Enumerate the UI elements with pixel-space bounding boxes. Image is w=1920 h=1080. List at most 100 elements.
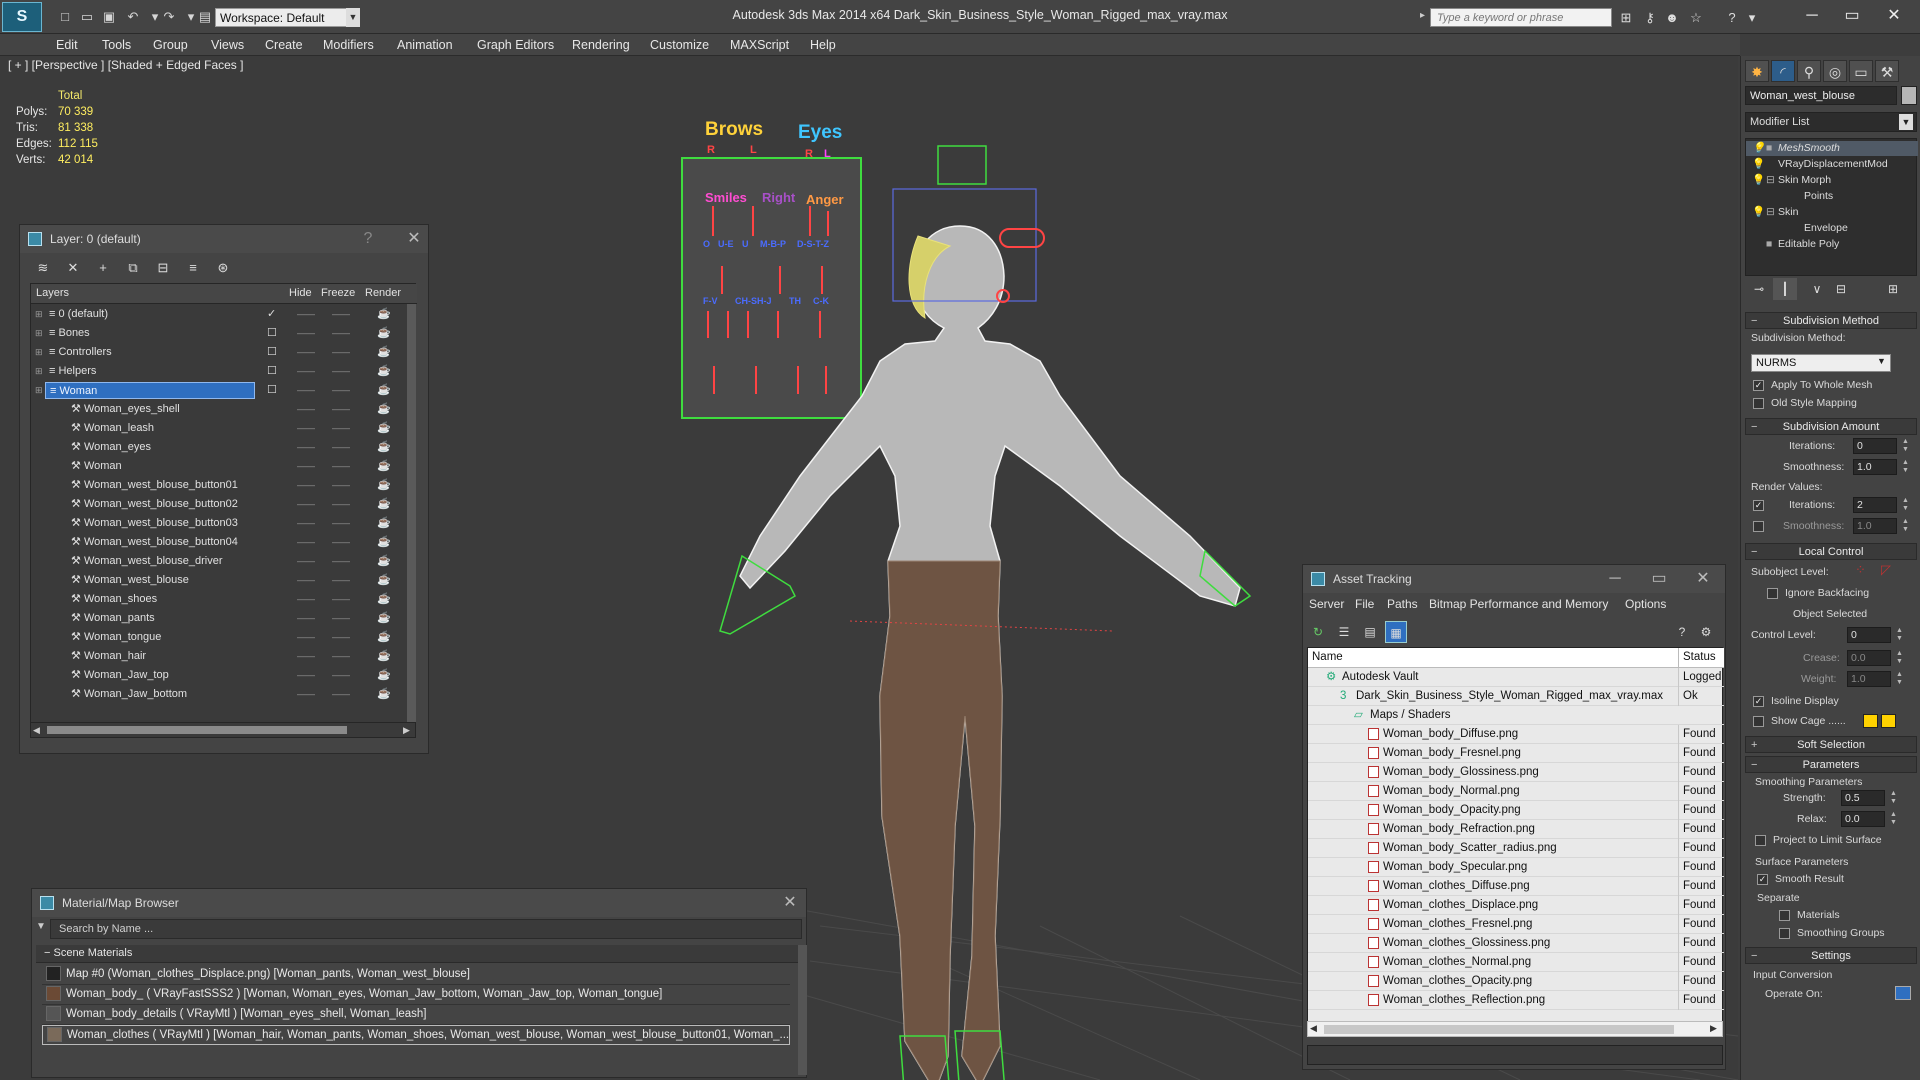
smoothness-input[interactable]: 1.0 (1853, 459, 1897, 475)
layer-hscroll-thumb[interactable] (47, 726, 347, 734)
operate-polygons-icon[interactable] (1895, 986, 1911, 1000)
save-icon[interactable]: ▣ (100, 8, 118, 26)
rollout-subdivision-amount[interactable]: − Subdivision Amount (1745, 418, 1917, 435)
detail-view-icon[interactable]: ▤ (1359, 621, 1381, 643)
col-name[interactable]: Name (1312, 651, 1343, 663)
weight-input[interactable]: 1.0 (1847, 671, 1891, 687)
menu-modifiers[interactable]: Modifiers (323, 38, 374, 52)
freeze-all-icon[interactable]: ⊛ (212, 257, 234, 279)
freeze-toggle[interactable]: —— (332, 438, 350, 457)
minimize-icon[interactable]: ─ (1792, 4, 1832, 28)
material-browser-title[interactable]: Material/Map Browser (32, 889, 806, 917)
ignore-backfacing-checkbox[interactable] (1767, 588, 1778, 599)
list-view-icon[interactable]: ☰ (1333, 621, 1355, 643)
show-cage-checkbox[interactable] (1753, 716, 1764, 727)
current-layer-checkbox[interactable]: ☐ (267, 324, 277, 343)
freeze-toggle[interactable]: —— (332, 362, 350, 381)
freeze-toggle[interactable]: —— (332, 628, 350, 647)
object-color-swatch[interactable] (1901, 86, 1917, 105)
scroll-left-icon[interactable]: ◀ (1310, 1023, 1317, 1034)
hide-toggle[interactable]: —— (297, 381, 315, 400)
asset-menu-file[interactable]: File (1355, 597, 1374, 611)
star-icon[interactable]: ☆ (1686, 8, 1706, 27)
keyword-search-input[interactable]: Type a keyword or phrase (1430, 8, 1612, 27)
asset-menu-bitmap[interactable]: Bitmap Performance and Memory (1429, 597, 1608, 611)
layer-vscroll[interactable] (407, 304, 416, 722)
search-expand-icon[interactable]: ▸ (1420, 10, 1425, 21)
search-options-icon[interactable]: ▼ (36, 921, 46, 932)
show-end-result-icon[interactable]: ┃ (1773, 278, 1797, 300)
crease-spinner[interactable]: ▲ ▼ (1895, 650, 1904, 666)
render-teapot-icon[interactable]: ☕ (377, 381, 391, 400)
hide-toggle[interactable]: —— (297, 438, 315, 457)
pin-stack-icon[interactable]: ⊸ (1747, 278, 1771, 300)
modifier-stack-item[interactable]: Points (1746, 189, 1918, 204)
chevron-down-icon[interactable]: ▼ (1899, 114, 1913, 130)
freeze-toggle[interactable]: —— (332, 324, 350, 343)
asset-hscroll-thumb[interactable] (1324, 1025, 1674, 1034)
modifier-list-dropdown[interactable]: Modifier List (1745, 112, 1917, 132)
freeze-toggle[interactable]: —— (332, 400, 350, 419)
scroll-right-icon[interactable]: ▶ (403, 725, 413, 735)
freeze-toggle[interactable]: —— (332, 590, 350, 609)
layer-row[interactable]: ⚒ Woman_leash —— —— ☕ (31, 419, 417, 438)
menu-maxscript[interactable]: MAXScript (730, 38, 789, 52)
smoothness-spinner[interactable]: ▲ ▼ (1901, 459, 1910, 475)
layer-row[interactable]: ⊞ ≡ Bones ☐ —— —— ☕ (31, 324, 417, 343)
add-to-layer-icon[interactable]: + (92, 257, 114, 279)
strength-input[interactable]: 0.5 (1841, 790, 1885, 806)
render-teapot-icon[interactable]: ☕ (377, 400, 391, 419)
table-view-icon[interactable]: ▦ (1385, 621, 1407, 643)
asset-row[interactable]: ▱ Maps / Shaders (1308, 706, 1724, 725)
highlight-layer-icon[interactable]: ⊟ (152, 257, 174, 279)
render-teapot-icon[interactable]: ☕ (377, 666, 391, 685)
head-control[interactable] (937, 145, 987, 185)
layer-row[interactable]: ⚒ Woman_hair —— —— ☕ (31, 647, 417, 666)
asset-row[interactable]: Woman_clothes_Displace.png Found (1308, 896, 1724, 915)
render-teapot-icon[interactable]: ☕ (377, 305, 391, 324)
hide-toggle[interactable]: —— (297, 419, 315, 438)
col-status[interactable]: Status (1678, 648, 1720, 668)
layer-row[interactable]: ⚒ Woman_west_blouse_button04 —— —— ☕ (31, 533, 417, 552)
col-hide[interactable]: Hide (289, 287, 312, 299)
control-level-spinner[interactable]: ▲ ▼ (1895, 627, 1904, 643)
maximize-icon[interactable]: ▭ (1832, 4, 1872, 28)
hide-toggle[interactable]: —— (297, 400, 315, 419)
freeze-toggle[interactable]: —— (332, 552, 350, 571)
old-style-mapping-checkbox[interactable] (1753, 398, 1764, 409)
expand-icon[interactable]: ⊞ (35, 305, 43, 324)
modify-tab-icon[interactable]: ◜ (1771, 60, 1795, 82)
project-limit-checkbox[interactable] (1755, 835, 1766, 846)
hide-toggle[interactable]: —— (297, 495, 315, 514)
scroll-right-icon[interactable]: ▶ (1710, 1023, 1717, 1034)
asset-row[interactable]: Woman_body_Normal.png Found (1308, 782, 1724, 801)
menu-tools[interactable]: Tools (102, 38, 131, 52)
asset-row[interactable]: Woman_body_Opacity.png Found (1308, 801, 1724, 820)
asset-row[interactable]: Woman_body_Scatter_radius.png Found (1308, 839, 1724, 858)
hide-toggle[interactable]: —— (297, 685, 315, 704)
iterations-spinner[interactable]: ▲ ▼ (1901, 438, 1910, 454)
edge-level-icon[interactable]: ◸ (1881, 562, 1891, 578)
motion-tab-icon[interactable]: ◎ (1823, 60, 1847, 82)
asset-row[interactable]: Woman_clothes_Reflection.png Found (1308, 991, 1724, 1010)
material-row[interactable]: Woman_clothes ( VRayMtl ) [Woman_hair, W… (42, 1025, 790, 1045)
modifier-stack-item[interactable]: 💡■ MeshSmooth (1746, 141, 1918, 156)
hide-toggle[interactable]: —— (297, 362, 315, 381)
rollout-local-control[interactable]: − Local Control (1745, 543, 1917, 560)
close-icon[interactable]: ✕ (404, 229, 424, 249)
app-logo-icon[interactable]: S (2, 2, 42, 32)
menu-graph-editors[interactable]: Graph Editors (477, 38, 554, 52)
menu-create[interactable]: Create (265, 38, 303, 52)
control-level-input[interactable]: 0 (1847, 627, 1891, 643)
asset-row[interactable]: Woman_body_Fresnel.png Found (1308, 744, 1724, 763)
render-smoothness-input[interactable]: 1.0 (1853, 518, 1897, 534)
render-teapot-icon[interactable]: ☕ (377, 476, 391, 495)
render-teapot-icon[interactable]: ☕ (377, 571, 391, 590)
modifier-stack-item[interactable]: 💡⊟ Skin (1746, 205, 1918, 220)
render-teapot-icon[interactable]: ☕ (377, 324, 391, 343)
expand-icon[interactable]: ■ (1766, 237, 1778, 252)
cage-color-1[interactable] (1863, 714, 1878, 728)
freeze-toggle[interactable]: —— (332, 571, 350, 590)
layer-row[interactable]: ⚒ Woman_west_blouse_driver —— —— ☕ (31, 552, 417, 571)
freeze-toggle[interactable]: —— (332, 419, 350, 438)
